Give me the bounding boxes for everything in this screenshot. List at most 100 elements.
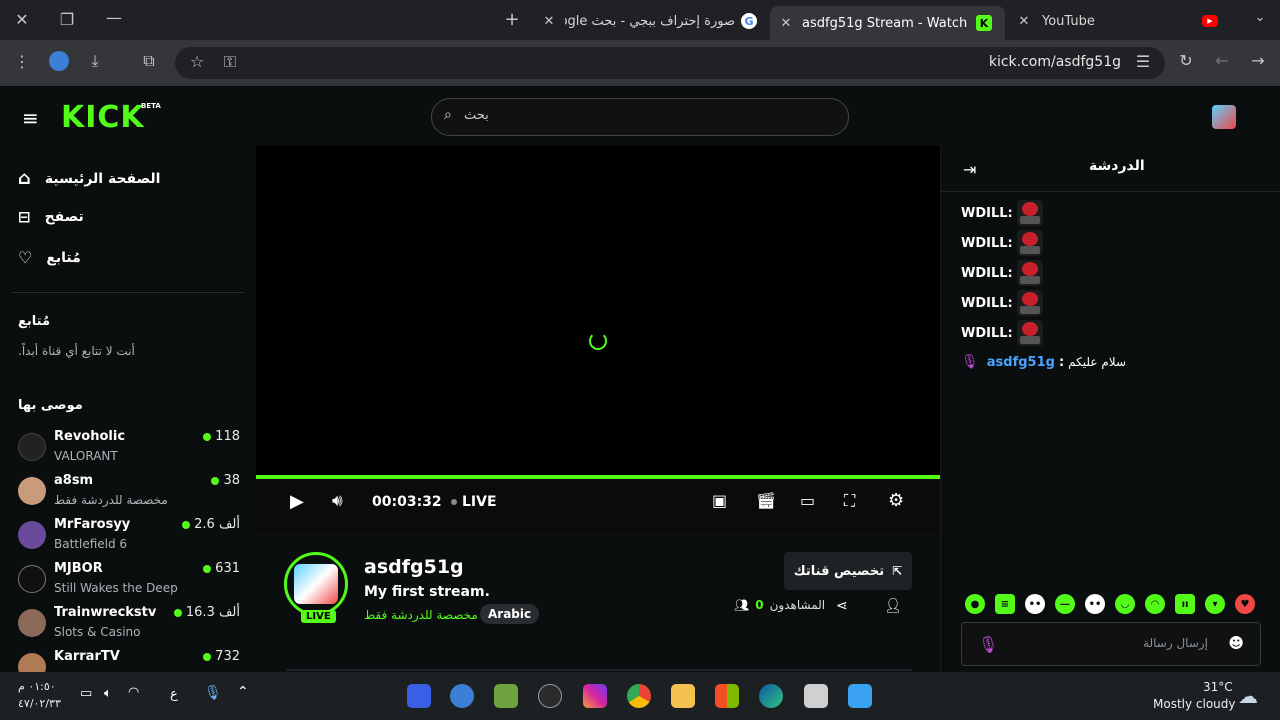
- emote-picker-icon[interactable]: ıı: [1175, 594, 1195, 614]
- play-icon[interactable]: ▶: [290, 491, 304, 512]
- emote-icon: [1016, 320, 1043, 346]
- recommended-channel[interactable]: Trainwreckstv Slots & Casino 16.3 ألف: [18, 605, 240, 649]
- streamer-avatar[interactable]: [284, 552, 348, 616]
- clock-time[interactable]: ٠١:٥٠ م: [18, 680, 56, 693]
- emoji-smiley-icon[interactable]: ☻: [1228, 634, 1244, 652]
- wifi-icon[interactable]: ◠: [128, 685, 139, 700]
- password-key-icon[interactable]: ⚿: [218, 52, 242, 72]
- microphone-tray-icon[interactable]: 🎙︎: [204, 685, 222, 701]
- chat-username[interactable]: asdfg51g: [987, 355, 1055, 370]
- hamburger-menu-icon[interactable]: ≡: [22, 106, 39, 130]
- weather-desc[interactable]: Mostly cloudy: [1153, 697, 1236, 711]
- recommended-channel[interactable]: KarrarTV 732: [18, 649, 240, 672]
- share-icon[interactable]: ⋖: [836, 598, 848, 614]
- chat-username[interactable]: WDILL:: [961, 326, 1013, 341]
- clock-date[interactable]: ٤٧/٠٢/٣٣: [18, 697, 61, 710]
- close-tab-icon[interactable]: ✕: [778, 16, 794, 31]
- chat-message[interactable]: WDILL:: [961, 290, 1043, 316]
- volume-icon[interactable]: 🔊︎: [332, 491, 343, 511]
- obs-app-icon[interactable]: [538, 684, 562, 708]
- chrome-app-icon[interactable]: [627, 684, 651, 708]
- menu-kebab-icon[interactable]: ⋮: [10, 52, 34, 71]
- microphone-icon[interactable]: 🎙︎: [978, 635, 998, 654]
- site-settings-icon[interactable]: ☰: [1131, 52, 1155, 71]
- windows-start-icon[interactable]: [848, 684, 872, 708]
- emote-picker-icon[interactable]: ▾: [1205, 594, 1225, 614]
- tray-overflow-chevron-icon[interactable]: ⌃: [237, 684, 249, 700]
- emote-picker-icon[interactable]: ◡: [1115, 594, 1135, 614]
- roblox-app-icon[interactable]: [407, 684, 431, 708]
- recommended-channel[interactable]: Revoholic VALORANT 118: [18, 429, 240, 473]
- tab-youtube[interactable]: ✕ YouTube ▶: [1010, 6, 1240, 36]
- chat-username[interactable]: WDILL:: [961, 236, 1013, 251]
- restore-window-icon[interactable]: ❐: [55, 10, 79, 29]
- emote-picker-icon[interactable]: ◠: [1145, 594, 1165, 614]
- customize-channel-button[interactable]: تخصيص قناتك ⇱: [784, 552, 912, 590]
- chat-message[interactable]: WDILL:: [961, 200, 1043, 226]
- chat-username[interactable]: WDILL:: [961, 296, 1013, 311]
- user-avatar[interactable]: [1212, 105, 1236, 129]
- reload-icon[interactable]: ↻: [1174, 51, 1198, 70]
- profile-avatar-icon[interactable]: [47, 51, 71, 75]
- kick-logo[interactable]: KICK BETA: [61, 100, 161, 135]
- input-language[interactable]: ع: [170, 687, 178, 702]
- back-arrow-icon[interactable]: ←: [1210, 51, 1234, 70]
- search-input[interactable]: ⌕ بحث: [431, 98, 849, 136]
- channel-name[interactable]: asdfg51g: [364, 556, 464, 578]
- close-tab-icon[interactable]: ✕: [1016, 14, 1032, 29]
- nav-home[interactable]: ⌂ الصفحة الرئيسية: [18, 168, 160, 189]
- stream-category[interactable]: مخصصة للدردشة فقط: [364, 608, 478, 622]
- collapse-chat-icon[interactable]: ⇥: [963, 160, 976, 179]
- chrome-profile-app-icon[interactable]: [450, 684, 474, 708]
- tab-search-icon[interactable]: ⌄: [1248, 10, 1272, 25]
- live-badge: LIVE: [301, 610, 336, 623]
- speaker-icon[interactable]: 🔈︎: [104, 686, 112, 701]
- new-tab-icon[interactable]: +: [500, 9, 524, 30]
- chat-message[interactable]: 🎙︎ asdfg51g: سلام عليكم: [961, 354, 1126, 370]
- chat-message[interactable]: WDILL:: [961, 260, 1043, 286]
- extensions-icon[interactable]: ⧉: [137, 51, 161, 71]
- theater-mode-icon[interactable]: ▭: [800, 491, 815, 510]
- channel-name: a8sm: [54, 473, 94, 488]
- forward-arrow-icon[interactable]: →: [1246, 51, 1270, 70]
- chat-message-input[interactable]: 🎙︎ إرسال رسالة ☻: [961, 622, 1261, 666]
- minimize-window-icon[interactable]: —: [102, 8, 126, 27]
- bookmark-star-icon[interactable]: ☆: [185, 52, 209, 71]
- battery-icon[interactable]: ▭: [80, 686, 92, 701]
- tab-kick-stream[interactable]: ✕ asdfg51g Stream - Watch Live o K: [770, 6, 1005, 40]
- chat-username[interactable]: WDILL:: [961, 266, 1013, 281]
- follow-user-icon[interactable]: 👤︎: [884, 598, 902, 614]
- url-field[interactable]: ☆ ⚿ kick.com/asdfg51g ☰: [175, 47, 1165, 79]
- close-window-icon[interactable]: ✕: [10, 10, 34, 29]
- chat-message[interactable]: WDILL:: [961, 320, 1043, 346]
- weather-temp[interactable]: 31°C: [1203, 680, 1233, 694]
- emote-picker-icon[interactable]: —: [1055, 594, 1075, 614]
- edge-app-icon[interactable]: [759, 684, 783, 708]
- chat-message[interactable]: WDILL:: [961, 230, 1043, 256]
- recommended-channel[interactable]: MrFarosyy Battlefield 6 2.6 ألف: [18, 517, 240, 561]
- clip-icon[interactable]: 🎬︎: [756, 491, 776, 510]
- chess-app-icon[interactable]: [494, 684, 518, 708]
- emote-picker-icon[interactable]: ••: [1025, 594, 1045, 614]
- video-player[interactable]: ▶ 🔊︎ 00:03:32 LIVE ▣ 🎬︎ ▭ ⛶ ⚙: [256, 146, 940, 532]
- close-tab-icon[interactable]: ✕: [541, 14, 557, 29]
- emote-picker-icon[interactable]: ••: [1085, 594, 1105, 614]
- emote-picker-icon[interactable]: ●: [965, 594, 985, 614]
- language-tag[interactable]: Arabic: [480, 604, 540, 624]
- recommended-channel[interactable]: MJBOR Still Wakes the Deep 631: [18, 561, 240, 605]
- instagram-app-icon[interactable]: [583, 684, 607, 708]
- nav-browse[interactable]: ⊟ تصفح: [18, 208, 84, 226]
- file-explorer-app-icon[interactable]: [671, 684, 695, 708]
- settings-gear-icon[interactable]: ⚙: [888, 490, 904, 511]
- task-view-app-icon[interactable]: [804, 684, 828, 708]
- nav-following[interactable]: ♡ مُتابع: [18, 248, 81, 267]
- fullscreen-icon[interactable]: ⛶: [844, 491, 855, 511]
- microsoft-store-app-icon[interactable]: [715, 684, 739, 708]
- miniplayer-icon[interactable]: ▣: [712, 491, 727, 510]
- emote-picker-icon[interactable]: ≡: [995, 594, 1015, 614]
- chat-username[interactable]: WDILL:: [961, 206, 1013, 221]
- download-icon[interactable]: ⤓: [83, 51, 107, 71]
- tab-google-search[interactable]: ✕ صورة إحتراف ببجي - بحث Google G: [535, 6, 765, 36]
- emote-picker-icon[interactable]: ♥: [1235, 594, 1255, 614]
- recommended-channel[interactable]: a8sm مخصصة للدردشة فقط 38: [18, 473, 240, 517]
